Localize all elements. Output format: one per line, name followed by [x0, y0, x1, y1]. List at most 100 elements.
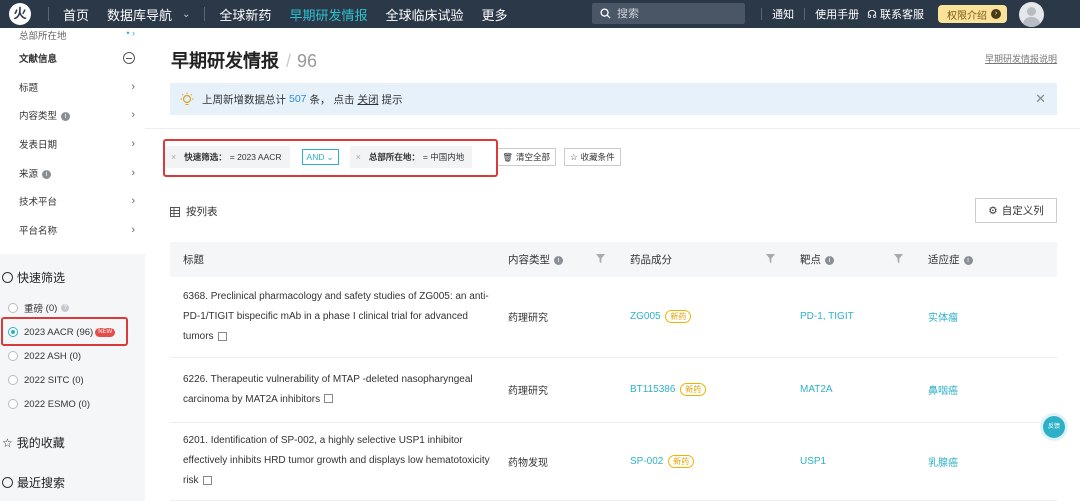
sidebar-item-source[interactable]: 来源 i › [0, 158, 145, 187]
favorites-title: 我的收藏 [16, 436, 65, 450]
recent-search-header[interactable]: 最近搜索 [0, 474, 145, 491]
save-filter-button[interactable]: ☆ 收藏条件 [564, 148, 621, 166]
external-link-icon[interactable] [202, 475, 212, 485]
highlight-box [1, 317, 128, 346]
quick-filter-header: 快速筛选 [0, 269, 145, 286]
close-icon[interactable]: ✕ [1035, 91, 1046, 107]
external-link-icon[interactable] [217, 331, 227, 341]
chevron-right-icon: › [131, 195, 135, 208]
sidebar-item-publish-date[interactable]: 发表日期 › [0, 130, 145, 159]
list-view-toggle[interactable]: 按列表 [170, 204, 218, 219]
indication-cell: 鼻咽癌 [915, 357, 1057, 423]
chevron-right-icon: › [131, 223, 135, 236]
radio-2022-sitc[interactable]: 2022 SITC (0) [0, 368, 145, 392]
clock-icon [2, 477, 13, 488]
table-icon [170, 206, 180, 217]
gear-icon: ⚙ [988, 204, 998, 217]
article-title[interactable]: 6201. Identification of SP-002, a highly… [183, 435, 490, 486]
radio-label: 重磅 [24, 304, 44, 315]
nav-early-rd[interactable]: 早期研发情报 [289, 5, 367, 24]
nav-home[interactable]: 首页 [63, 5, 89, 24]
highlight-box [163, 139, 498, 177]
table-row: 6368. Preclinical pharmacology and safet… [170, 277, 1057, 358]
nav-clinical-trials[interactable]: 全球临床试验 [385, 5, 463, 24]
radio-button[interactable] [8, 375, 18, 385]
privilege-button[interactable]: 权限介绍 › [938, 5, 1007, 23]
article-title[interactable]: 6368. Preclinical pharmacology and safet… [183, 291, 489, 342]
sidebar-item-label: 总部所在地 [19, 31, 67, 42]
sidebar-item-platform-name[interactable]: 平台名称 › [0, 216, 145, 245]
nav-more[interactable]: 更多 [481, 5, 507, 24]
radio-2022-esmo[interactable]: 2022 ESMO (0) [0, 392, 145, 416]
headset-icon: ☊ [867, 9, 877, 21]
radio-count: (0) [78, 398, 91, 410]
nav-database[interactable]: 数据库导航 [107, 5, 172, 24]
radio-button[interactable] [8, 351, 18, 361]
sidebar-item-tech-platform[interactable]: 技术平台 › [0, 187, 145, 216]
sidebar-item-title[interactable]: 标题 › [0, 73, 145, 102]
title-cell[interactable]: 6201. Identification of SP-002, a highly… [170, 422, 495, 501]
header-label: 药品成分 [630, 254, 672, 266]
radio-button[interactable] [8, 303, 18, 313]
radio-count: (0) [69, 350, 82, 362]
indication-cell: 实体瘤 [915, 277, 1057, 358]
clear-all-button[interactable]: 🗑 清空全部 [496, 148, 557, 166]
column-header-content-type: 内容类型 i [495, 242, 617, 277]
sidebar-section-doc[interactable]: 文献信息 [0, 44, 145, 73]
main-content: 早期研发情报 /96 早期研发情报说明 上周新增数据总计 507 条， 点击 关… [145, 28, 1080, 501]
filter-icon[interactable] [766, 254, 775, 263]
avatar[interactable] [1019, 1, 1044, 27]
support-link[interactable]: ☊ 联系客服 [867, 6, 924, 22]
nav-divider [804, 8, 806, 20]
header-label: 靶点 [800, 254, 821, 266]
nav-global-drugs[interactable]: 全球新药 [219, 5, 271, 24]
filter-icon[interactable] [894, 254, 903, 263]
search-icon [600, 8, 611, 19]
notifications-link[interactable]: 通知 [772, 6, 794, 22]
radio-button[interactable] [8, 399, 18, 409]
logo[interactable]: 火 [6, 0, 34, 28]
filter-icon[interactable] [596, 254, 605, 263]
radio-2022-ash[interactable]: 2022 ASH (0) [0, 344, 145, 368]
search-box[interactable] [592, 3, 745, 24]
notice-banner: 上周新增数据总计 507 条， 点击 关闭 提示 ✕ [170, 83, 1057, 115]
new-drug-tag: 新药 [668, 454, 695, 468]
target-link[interactable]: PD-1, TIGIT [800, 311, 854, 322]
notice-suffix: 提示 [381, 93, 403, 106]
chevron-down-icon[interactable]: ⌄ [182, 9, 190, 20]
sidebar-item-label: 内容类型 [19, 111, 58, 123]
result-count: /96 [286, 51, 317, 71]
target-link[interactable]: USP1 [800, 456, 826, 467]
search-input[interactable] [617, 7, 737, 20]
radio-label: 2022 ESMO [24, 398, 76, 410]
title-cell[interactable]: 6226. Therapeutic vulnerability of MTAP … [170, 357, 495, 423]
table-row: 6226. Therapeutic vulnerability of MTAP … [170, 357, 1057, 423]
external-link-icon[interactable] [324, 394, 334, 404]
list-view-label: 按列表 [186, 206, 218, 218]
indication-link[interactable]: 鼻咽癌 [928, 386, 958, 397]
support-label: 联系客服 [880, 9, 924, 21]
column-header-target: 靶点 i [787, 242, 915, 277]
notice-close-link[interactable]: 关闭 [357, 92, 378, 107]
indication-link[interactable]: 乳腺癌 [928, 458, 958, 469]
info-icon: i [42, 169, 52, 179]
drug-link[interactable]: ZG005 [630, 311, 661, 322]
indication-link[interactable]: 实体瘤 [928, 313, 958, 324]
collapse-icon[interactable] [123, 52, 135, 65]
help-link[interactable]: 早期研发情报说明 [985, 52, 1057, 65]
custom-columns-button[interactable]: ⚙ 自定义列 [975, 198, 1057, 223]
sidebar-item-content-type[interactable]: 内容类型 i › [0, 101, 145, 130]
target-link[interactable]: MAT2A [800, 384, 833, 395]
drug-link[interactable]: BT115386 [630, 384, 675, 395]
question-icon: ? [61, 304, 70, 312]
chevron-right-icon: › [131, 138, 135, 151]
radio-label: 2022 SITC [24, 374, 70, 386]
title-cell[interactable]: 6368. Preclinical pharmacology and safet… [170, 277, 495, 358]
manual-link[interactable]: 使用手册 [815, 6, 859, 22]
feedback-button[interactable]: 反馈 [1043, 416, 1065, 438]
header-label: 标题 [183, 254, 204, 266]
arrow-right-icon: › [991, 9, 1001, 19]
sidebar-item-hq[interactable]: 总部所在地 • › [0, 28, 145, 44]
favorites-header[interactable]: ☆ 我的收藏 [0, 434, 145, 451]
drug-link[interactable]: SP-002 [630, 456, 663, 467]
